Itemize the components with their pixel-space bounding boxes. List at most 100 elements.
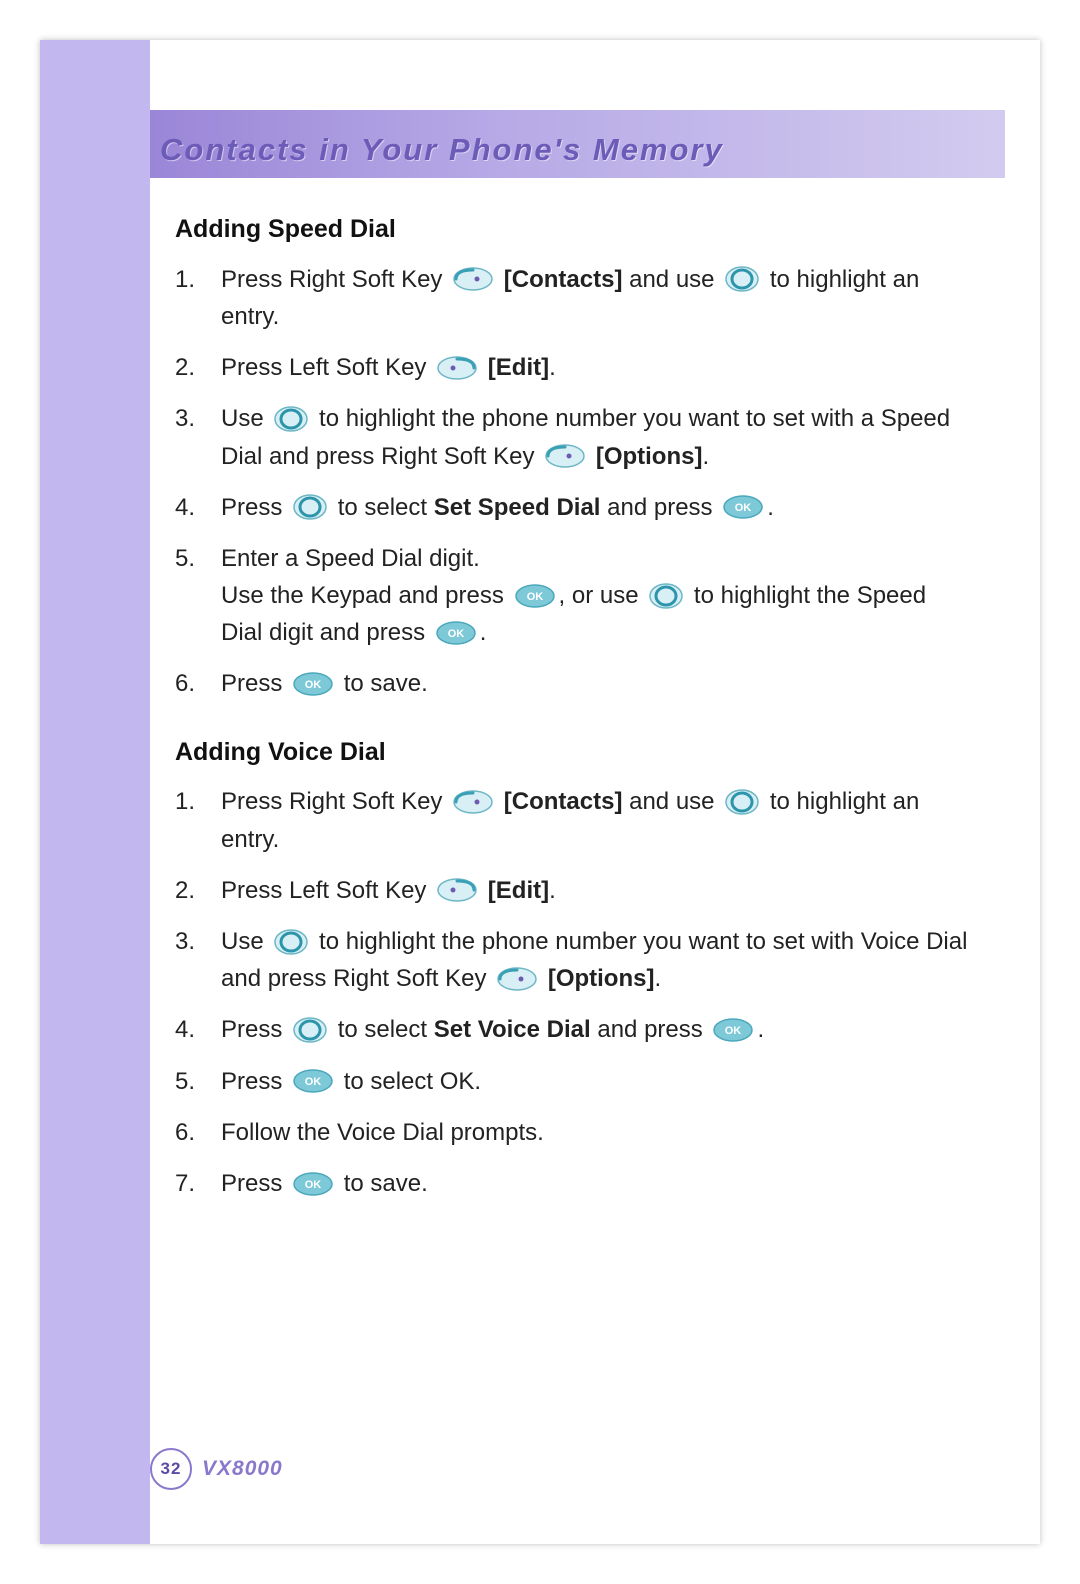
step: 5. Press OK to select OK.	[175, 1063, 970, 1100]
options-label: [Options]	[596, 443, 703, 470]
step: 5. Enter a Speed Dial digit. Use the Key…	[175, 540, 970, 652]
ok-key-icon: OK	[436, 621, 476, 645]
text: Press	[221, 1170, 289, 1197]
step-text: Press Left Soft Key [Edit].	[221, 872, 970, 909]
text: to save.	[344, 670, 428, 697]
steps-speed-dial: 1. Press Right Soft Key [Contacts] and u…	[175, 261, 970, 703]
nav-key-icon	[274, 929, 308, 955]
step-text: Press Right Soft Key [Contacts] and use …	[221, 261, 970, 335]
svg-text:OK: OK	[305, 1179, 322, 1191]
text: and press	[607, 494, 719, 521]
ok-key-icon: OK	[293, 1172, 333, 1196]
ok-key-icon: OK	[713, 1018, 753, 1042]
step-number: 6.	[175, 665, 221, 702]
text: to select OK.	[344, 1068, 481, 1095]
step-number: 3.	[175, 923, 221, 960]
step-text: Use to highlight the phone number you wa…	[221, 923, 970, 997]
nav-key-icon	[725, 266, 759, 292]
nav-key-icon	[725, 789, 759, 815]
right-soft-key-icon	[497, 967, 537, 991]
ok-key-icon: OK	[293, 1069, 333, 1093]
step: 2. Press Left Soft Key [Edit].	[175, 872, 970, 909]
step: 6. Press OK to save.	[175, 665, 970, 702]
step: 6. Follow the Voice Dial prompts.	[175, 1114, 970, 1151]
model-label: VX8000	[202, 1457, 283, 1481]
svg-text:OK: OK	[735, 502, 752, 514]
text: .	[654, 965, 661, 992]
text: Press Left Soft Key	[221, 877, 433, 904]
step-number: 1.	[175, 783, 221, 820]
content-area: Adding Speed Dial 1. Press Right Soft Ke…	[175, 200, 970, 1232]
text: and use	[629, 788, 721, 815]
text: to save.	[344, 1170, 428, 1197]
text: Press	[221, 494, 289, 521]
text: .	[702, 443, 709, 470]
options-label: [Options]	[548, 965, 655, 992]
left-soft-key-icon	[437, 356, 477, 380]
step-text: Press Right Soft Key [Contacts] and use …	[221, 783, 970, 857]
header-banner: Contacts in Your Phone's Memory	[150, 110, 1005, 178]
text: Press Right Soft Key	[221, 788, 449, 815]
nav-key-icon	[293, 1017, 327, 1043]
footer: 32 VX8000	[150, 1448, 283, 1490]
heading-voice-dial: Adding Voice Dial	[175, 733, 970, 772]
set-speed-dial-label: Set Speed Dial	[434, 494, 601, 521]
contacts-label: [Contacts]	[504, 788, 623, 815]
text: Press Left Soft Key	[221, 354, 433, 381]
text: Enter a Speed Dial digit.	[221, 545, 480, 572]
text: and use	[629, 266, 721, 293]
page-number-badge: 32	[150, 1448, 192, 1490]
text: to select	[338, 1016, 434, 1043]
step-number: 4.	[175, 1011, 221, 1048]
right-soft-key-icon	[453, 267, 493, 291]
text: Press Right Soft Key	[221, 266, 449, 293]
text: Press	[221, 670, 289, 697]
text: and press	[597, 1016, 709, 1043]
svg-text:OK: OK	[305, 1076, 322, 1088]
text: to select	[338, 494, 434, 521]
step-text: Press to select Set Speed Dial and press…	[221, 489, 970, 526]
step-number: 7.	[175, 1165, 221, 1202]
text: Use	[221, 928, 270, 955]
step-number: 1.	[175, 261, 221, 298]
contacts-label: [Contacts]	[504, 266, 623, 293]
svg-text:OK: OK	[725, 1025, 742, 1037]
edit-label: [Edit]	[488, 877, 549, 904]
text: .	[480, 619, 487, 646]
step: 3. Use to highlight the phone number you…	[175, 400, 970, 474]
step: 3. Use to highlight the phone number you…	[175, 923, 970, 997]
text: .	[767, 494, 774, 521]
step-text: Press OK to save.	[221, 665, 970, 702]
step: 1. Press Right Soft Key [Contacts] and u…	[175, 783, 970, 857]
step-number: 4.	[175, 489, 221, 526]
svg-text:OK: OK	[526, 591, 543, 603]
step-text: Press Left Soft Key [Edit].	[221, 349, 970, 386]
page-title: Contacts in Your Phone's Memory	[160, 132, 724, 168]
svg-text:OK: OK	[305, 679, 322, 691]
edit-label: [Edit]	[488, 354, 549, 381]
set-voice-dial-label: Set Voice Dial	[434, 1016, 591, 1043]
step-text: Press OK to select OK.	[221, 1063, 970, 1100]
page: Contacts in Your Phone's Memory Adding S…	[0, 0, 1080, 1584]
step: 2. Press Left Soft Key [Edit].	[175, 349, 970, 386]
step-number: 3.	[175, 400, 221, 437]
right-soft-key-icon	[453, 790, 493, 814]
step-text: Follow the Voice Dial prompts.	[221, 1114, 970, 1151]
nav-key-icon	[649, 583, 683, 609]
step-text: Press to select Set Voice Dial and press…	[221, 1011, 970, 1048]
step-number: 5.	[175, 540, 221, 577]
heading-speed-dial: Adding Speed Dial	[175, 210, 970, 249]
sidebar-stripe	[40, 40, 150, 1544]
step: 4. Press to select Set Voice Dial and pr…	[175, 1011, 970, 1048]
step-text: Enter a Speed Dial digit. Use the Keypad…	[221, 540, 970, 652]
step-number: 2.	[175, 349, 221, 386]
step: 4. Press to select Set Speed Dial and pr…	[175, 489, 970, 526]
step-number: 6.	[175, 1114, 221, 1151]
steps-voice-dial: 1. Press Right Soft Key [Contacts] and u…	[175, 783, 970, 1202]
text: Use	[221, 405, 270, 432]
ok-key-icon: OK	[515, 584, 555, 608]
step-number: 5.	[175, 1063, 221, 1100]
ok-key-icon: OK	[723, 495, 763, 519]
svg-text:OK: OK	[448, 628, 465, 640]
step-number: 2.	[175, 872, 221, 909]
